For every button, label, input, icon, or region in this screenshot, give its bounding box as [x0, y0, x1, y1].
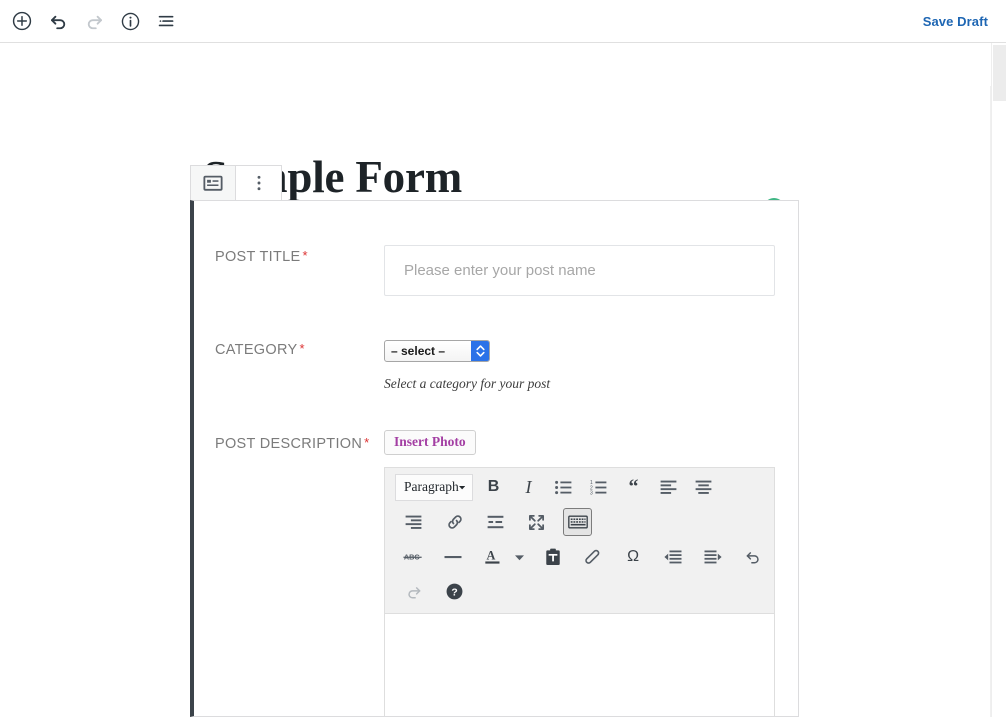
required-marker: * [299, 341, 305, 356]
info-icon[interactable] [117, 8, 143, 34]
svg-text:3: 3 [590, 490, 593, 494]
editor-toolbar-row-2 [385, 505, 774, 540]
text-color-dropdown-icon[interactable] [511, 543, 527, 571]
field-control-post-title [384, 245, 776, 296]
svg-text:?: ? [451, 587, 457, 598]
insert-photo-button[interactable]: Insert Photo [384, 430, 476, 455]
special-character-icon[interactable]: Ω [619, 543, 647, 571]
undo-icon[interactable] [739, 543, 767, 571]
editor-content-area[interactable] [385, 612, 774, 716]
editor-toolbar-row-3: ABC A Ω [385, 540, 774, 575]
paragraph-style-label: Paragraph [404, 479, 459, 494]
decrease-indent-icon[interactable] [659, 543, 687, 571]
vertical-scrollbar[interactable] [991, 43, 1006, 717]
top-bar-tools [0, 8, 179, 34]
form-block-icon[interactable] [191, 166, 236, 200]
clear-formatting-icon[interactable] [579, 543, 607, 571]
paragraph-style-select[interactable]: Paragraph [395, 473, 473, 501]
category-select[interactable]: – select – [384, 340, 490, 362]
italic-icon[interactable]: I [514, 473, 543, 501]
field-label-post-title: POST TITLE * [215, 245, 384, 265]
required-marker: * [302, 248, 308, 263]
help-icon[interactable]: ? [440, 578, 469, 606]
editor-toolbar: Paragraph B I 1 2 3 “ ABC A Ω ? [385, 467, 774, 613]
svg-text:A: A [487, 549, 496, 563]
blockquote-icon[interactable]: “ [619, 473, 648, 501]
text-color-icon[interactable]: A [479, 543, 507, 571]
paste-as-text-icon[interactable] [539, 543, 567, 571]
redo-icon [81, 8, 107, 34]
form-block[interactable]: POST TITLE* CATEGORY* – select – [190, 200, 799, 717]
scrollbar-thumb[interactable] [993, 45, 1006, 101]
read-more-icon[interactable] [481, 508, 510, 536]
required-marker: * [364, 435, 370, 450]
bold-icon[interactable]: B [479, 473, 508, 501]
category-helper-text: Select a category for your post [384, 376, 551, 391]
label-text: POST TITLE [215, 249, 301, 265]
strikethrough-icon[interactable]: ABC [399, 543, 427, 571]
align-center-icon[interactable] [689, 473, 718, 501]
redo-icon [399, 578, 428, 606]
post-title-input[interactable] [384, 245, 775, 296]
align-left-icon[interactable] [654, 473, 683, 501]
top-bar-actions: Save Draft [921, 10, 1006, 33]
numbered-list-icon[interactable]: 1 2 3 [584, 473, 613, 501]
fullscreen-icon[interactable] [522, 508, 551, 536]
add-block-icon[interactable] [9, 8, 35, 34]
horizontal-rule-icon[interactable] [439, 543, 467, 571]
field-label-category: CATEGORY * [215, 340, 384, 358]
increase-indent-icon[interactable] [699, 543, 727, 571]
field-category: CATEGORY * – select – Select a category … [194, 340, 798, 392]
label-text: POST DESCRIPTION [215, 436, 363, 452]
rich-text-editor: Paragraph B I 1 2 3 “ ABC A Ω ? [384, 466, 775, 716]
insert-link-icon[interactable] [440, 508, 469, 536]
save-draft-button[interactable]: Save Draft [921, 10, 990, 33]
editor-canvas: Sample Form POST TITLE * Please enter yo… [0, 43, 1006, 717]
field-control-post-description: Insert Photo Paragraph B I 1 2 3 “ ABC A… [384, 430, 776, 716]
editor-window: Save Draft Sample Form POST TITLE * Plea… [0, 0, 1006, 717]
more-options-icon[interactable] [236, 166, 281, 200]
field-post-title: POST TITLE * [194, 245, 798, 296]
field-label-post-description: POST DESCRIPTION * [215, 430, 384, 452]
block-toolbar-tabs [190, 165, 282, 200]
toolbar-toggle-icon[interactable] [563, 508, 592, 536]
chevron-updown-icon[interactable] [471, 341, 489, 361]
editor-toolbar-row-4: ? [385, 575, 774, 609]
editor-top-bar: Save Draft [0, 0, 1006, 43]
form-fields: POST TITLE* CATEGORY* – select – [194, 201, 798, 716]
field-control-category: – select – Select a category for your po… [384, 340, 776, 392]
chevron-down-icon [458, 485, 465, 489]
align-right-icon[interactable] [399, 508, 428, 536]
label-text: CATEGORY [215, 342, 298, 358]
bulleted-list-icon[interactable] [549, 473, 578, 501]
editor-toolbar-row-1: Paragraph B I 1 2 3 “ [385, 470, 774, 505]
undo-icon[interactable] [45, 8, 71, 34]
list-view-icon[interactable] [153, 8, 179, 34]
field-post-description: POST DESCRIPTION * Insert Photo Paragraph [194, 430, 798, 716]
